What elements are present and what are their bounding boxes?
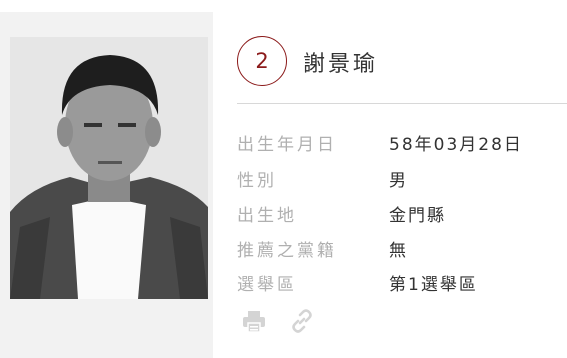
- detail-label: 推薦之黨籍: [237, 241, 337, 261]
- detail-label: 出生年月日: [237, 135, 337, 155]
- detail-row-district: 選舉區 第1選舉區: [237, 270, 567, 296]
- candidate-info: 2 謝景瑜 出生年月日 58年03月28日 性別 男 出生地 金門縣 推薦之黨籍…: [213, 0, 567, 358]
- detail-value: 金門縣: [389, 206, 446, 226]
- detail-value: 58年03月28日: [389, 135, 523, 155]
- detail-row-party: 推薦之黨籍 無: [237, 236, 567, 262]
- photo-panel: [0, 12, 213, 358]
- candidate-photo: [10, 37, 208, 299]
- detail-value: 男: [389, 171, 408, 191]
- candidate-number-badge: 2: [237, 36, 287, 86]
- action-icons: [237, 308, 337, 334]
- detail-row-gender: 性別 男: [237, 166, 567, 192]
- candidate-number: 2: [255, 49, 269, 73]
- candidate-name: 謝景瑜: [303, 52, 379, 77]
- detail-value: 無: [389, 241, 408, 261]
- detail-label: 性別: [237, 171, 277, 191]
- detail-label: 出生地: [237, 206, 297, 226]
- print-icon[interactable]: [241, 308, 267, 334]
- detail-row-birthplace: 出生地 金門縣: [237, 201, 567, 227]
- detail-value: 第1選舉區: [389, 275, 478, 295]
- detail-label: 選舉區: [237, 275, 297, 295]
- divider: [237, 103, 567, 104]
- detail-row-birthdate: 出生年月日 58年03月28日: [237, 130, 567, 156]
- link-icon[interactable]: [289, 308, 315, 334]
